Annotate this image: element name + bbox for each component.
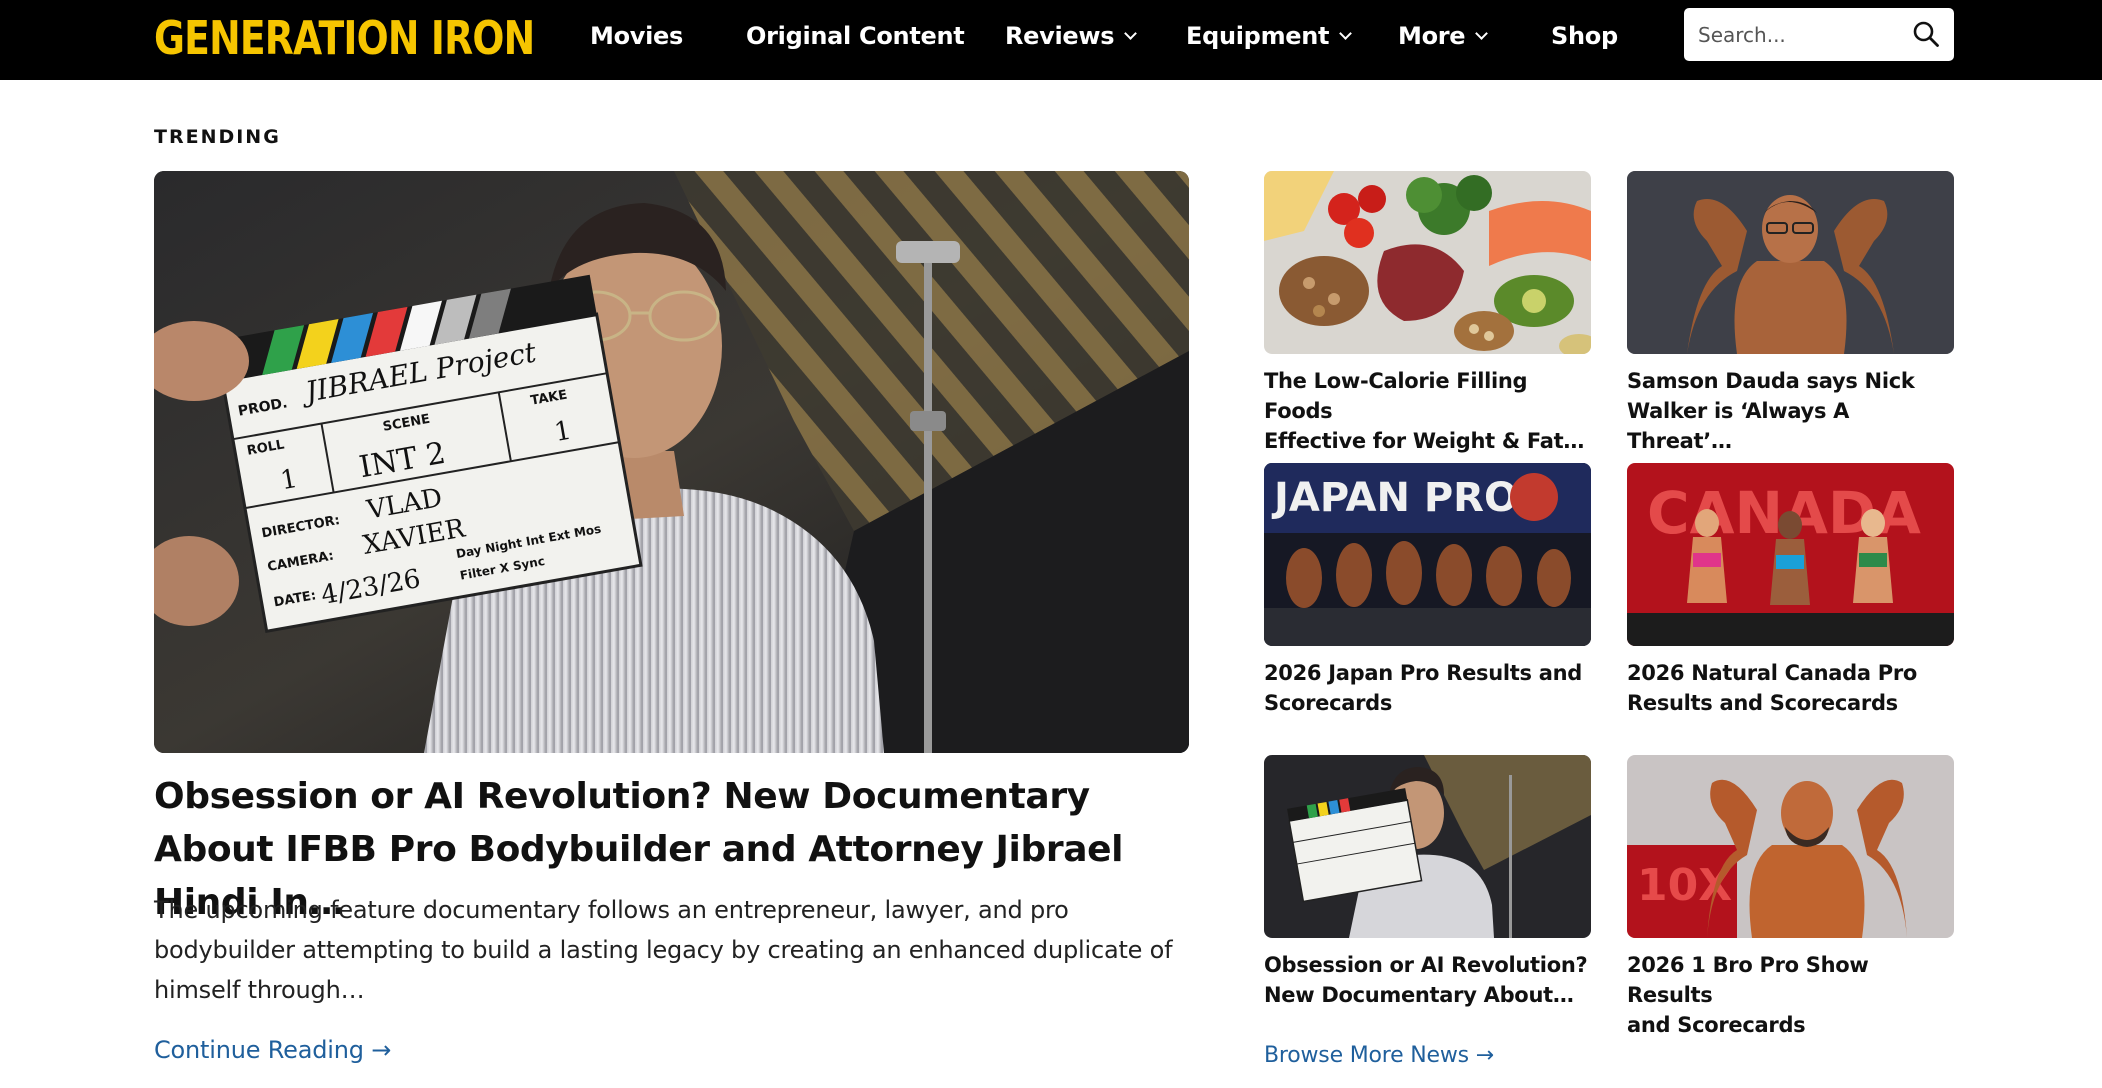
card-title[interactable]: Samson Dauda says Nick Walker is ‘Always… [1627,366,1957,456]
nav-shop[interactable]: Shop [1551,0,1618,72]
nav-more[interactable]: More [1398,0,1489,72]
nav-label: Movies [590,22,684,50]
card-image-food[interactable] [1264,171,1591,354]
card-title[interactable]: 2026 Natural Canada Pro Results and Scor… [1627,658,1957,718]
section-label-trending: TRENDING [154,126,281,148]
nav-label: Original Content [746,22,965,50]
nav-equipment[interactable]: Equipment [1186,0,1353,72]
card-title[interactable]: 2026 Japan Pro Results and Scorecards [1264,658,1594,718]
card-image-canada-pro[interactable]: CANADA [1627,463,1954,646]
nav-label: Reviews [1005,22,1115,50]
card-title-line: The Low-Calorie Filling Foods [1264,369,1528,423]
nav-label: More [1398,22,1466,50]
card-title-line: 2026 1 Bro Pro Show Results [1627,953,1869,1007]
site-logo[interactable]: GENERATION IRON [154,6,535,70]
nav-original-content[interactable]: Original Content [746,0,965,72]
nav-label: Shop [1551,22,1618,50]
browse-more-news-link[interactable]: Browse More News → [1264,1043,1494,1068]
card-banner-text: JAPAN PRO [1271,475,1518,521]
card-title[interactable]: 2026 1 Bro Pro Show Results and Scorecar… [1627,950,1957,1040]
search-box [1684,8,1954,61]
card-title-line: Obsession or AI Revolution? [1264,953,1588,977]
chevron-down-icon [1475,26,1489,40]
card-title-line: 2026 Natural Canada Pro [1627,661,1918,685]
card-image-bodybuilder[interactable] [1627,171,1954,354]
card-title-line: and Scorecards [1627,1013,1806,1037]
card-title-line: Walker is ‘Always A Threat’… [1627,399,1850,453]
hero-excerpt: The upcoming feature documentary follows… [154,896,1173,1004]
continue-reading-link[interactable]: Continue Reading → [154,1036,391,1064]
nav-label: Equipment [1186,22,1330,50]
card-title-line: Scorecards [1264,691,1393,715]
card-title-line: Results and Scorecards [1627,691,1898,715]
chevron-down-icon [1124,26,1138,40]
nav-reviews[interactable]: Reviews [1005,0,1138,72]
nav-movies[interactable]: Movies [590,0,683,72]
search-input[interactable] [1698,8,1898,61]
chevron-down-icon [1339,26,1353,40]
card-title-line: Effective for Weight & Fat… [1264,429,1585,453]
card-title-line: 2026 Japan Pro Results and [1264,661,1582,685]
card-title-line: Samson Dauda says Nick [1627,369,1915,393]
card-image-bro-pro[interactable]: 10X [1627,755,1954,938]
card-title[interactable]: Obsession or AI Revolution? New Document… [1264,950,1594,1010]
card-image-documentary[interactable] [1264,755,1591,938]
search-icon[interactable] [1912,20,1940,48]
card-title[interactable]: The Low-Calorie Filling Foods Effective … [1264,366,1594,456]
card-image-japan-pro[interactable]: JAPAN PRO [1264,463,1591,646]
site-header: GENERATION IRON Movies Original Content … [0,0,2102,80]
card-title-line: New Documentary About… [1264,983,1574,1007]
hero-image[interactable]: PROD. JIBRAEL Project ROLL 1 SCENE INT 2… [154,171,1189,753]
